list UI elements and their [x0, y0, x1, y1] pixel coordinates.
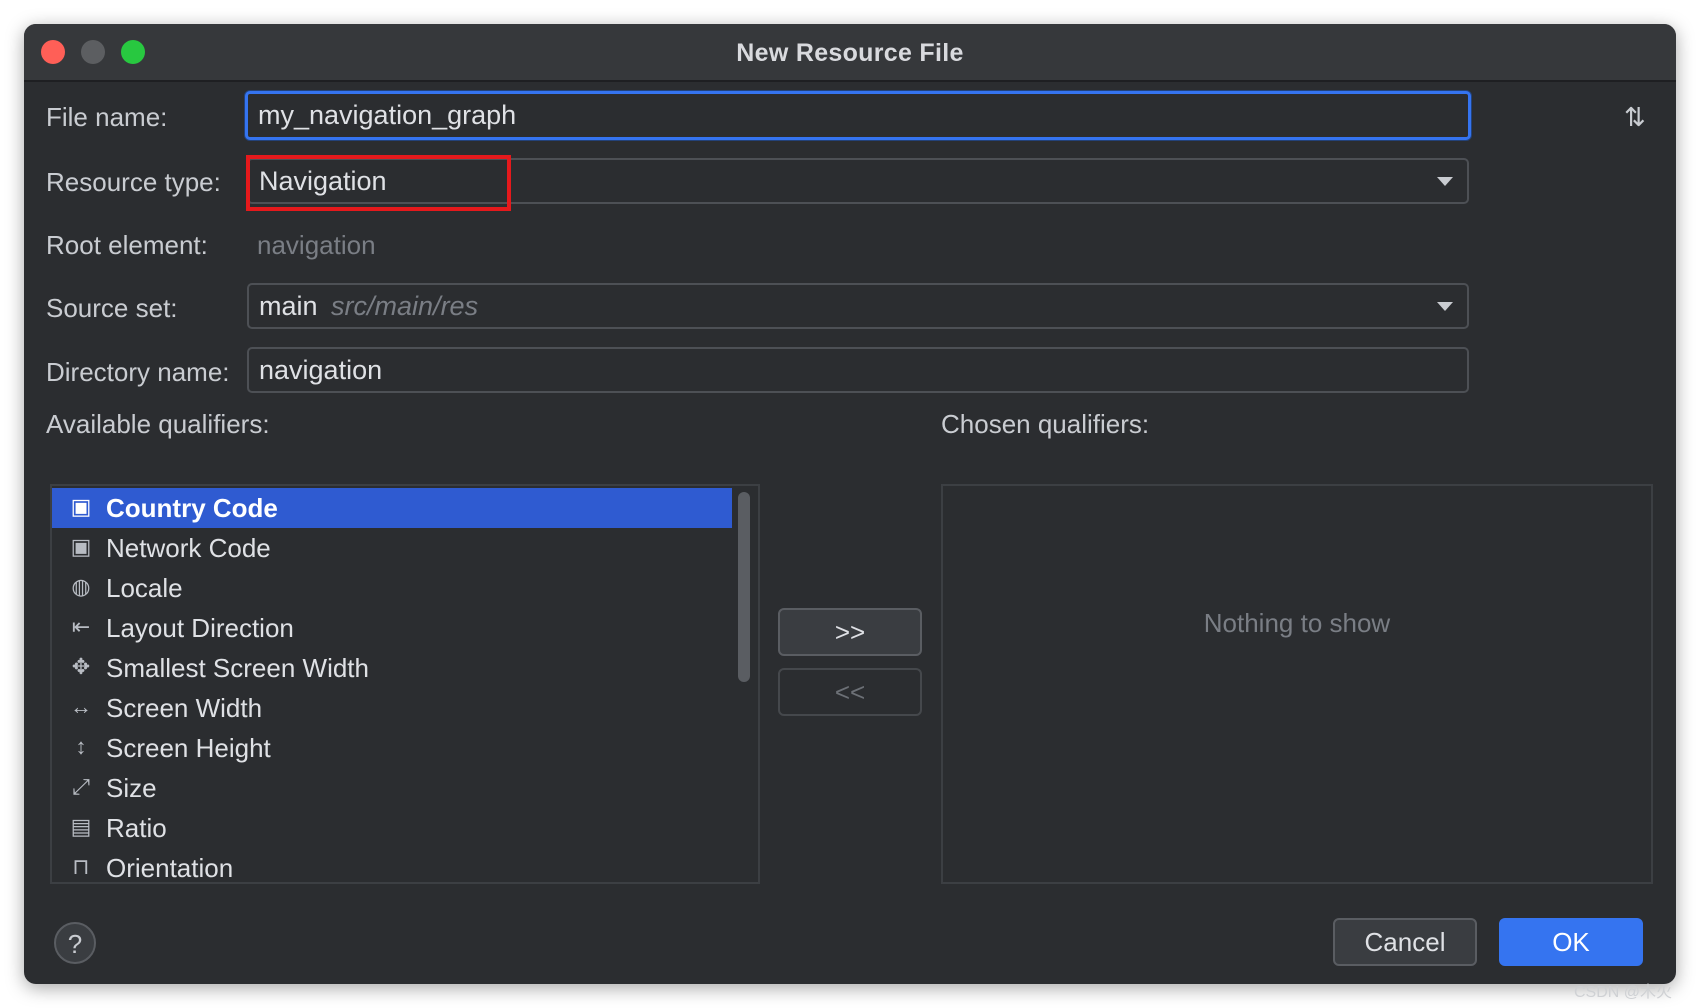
- source-set-dropdown[interactable]: main src/main/res: [247, 283, 1469, 329]
- chevron-down-icon: [1437, 302, 1453, 311]
- add-qualifier-button[interactable]: >>: [778, 608, 922, 656]
- chosen-qualifiers-label: Chosen qualifiers:: [941, 409, 1150, 439]
- list-item-country-code[interactable]: ▣ Country Code: [52, 488, 732, 528]
- directory-name-value: navigation: [259, 355, 383, 385]
- ok-button[interactable]: OK: [1499, 918, 1643, 966]
- smallest-screen-width-icon: ✥: [71, 654, 91, 679]
- title-bar: New Resource File: [24, 24, 1676, 82]
- list-item-label: Screen Height: [106, 733, 271, 763]
- list-item-label: Network Code: [106, 533, 271, 563]
- file-name-label: File name:: [46, 102, 168, 132]
- list-item-size[interactable]: ⤢ Size: [52, 768, 732, 808]
- root-element-label: Root element:: [46, 230, 208, 260]
- resource-type-label: Resource type:: [46, 167, 221, 197]
- orientation-icon: ⊓: [72, 854, 90, 879]
- list-item-network-code[interactable]: ▣ Network Code: [52, 528, 732, 568]
- screen-height-icon: ↕: [75, 734, 87, 759]
- directory-name-label: Directory name:: [46, 357, 230, 387]
- size-icon: ⤢: [72, 774, 90, 799]
- watermark: CSDN @木火: [1573, 984, 1672, 1001]
- list-item-screen-width[interactable]: ↔ Screen Width: [52, 688, 732, 728]
- source-set-value: main: [259, 291, 318, 321]
- globe-icon: ◍: [71, 574, 91, 599]
- directory-name-input[interactable]: navigation: [247, 347, 1469, 393]
- dialog-title: New Resource File: [736, 39, 964, 67]
- list-scrollbar[interactable]: [738, 492, 750, 682]
- file-name-value: my_navigation_graph: [258, 100, 517, 130]
- chevron-down-icon: [1437, 177, 1453, 186]
- layout-direction-icon: ⇤: [71, 614, 91, 639]
- cancel-button[interactable]: Cancel: [1333, 918, 1477, 966]
- list-item-label: Country Code: [106, 493, 278, 523]
- available-qualifiers-label: Available qualifiers:: [46, 409, 270, 439]
- list-item-label: Smallest Screen Width: [106, 653, 369, 683]
- list-item-label: Locale: [106, 573, 183, 603]
- list-item-ratio[interactable]: ▤ Ratio: [52, 808, 732, 848]
- list-item-label: Layout Direction: [106, 613, 294, 643]
- list-item-layout-direction[interactable]: ⇤ Layout Direction: [52, 608, 732, 648]
- root-element-value: navigation: [257, 230, 376, 260]
- network-code-icon: ▣: [70, 534, 92, 559]
- list-item-label: Orientation: [106, 853, 234, 883]
- screen-width-icon: ↔: [70, 694, 92, 719]
- list-item-locale[interactable]: ◍ Locale: [52, 568, 732, 608]
- source-set-label: Source set:: [46, 293, 178, 323]
- available-qualifiers-list[interactable]: ▣ Country Code ▣ Network Code ◍ Locale ⇤…: [50, 484, 760, 884]
- source-set-path: src/main/res: [331, 291, 479, 321]
- list-item-orientation[interactable]: ⊓ Orientation: [52, 848, 732, 883]
- ratio-icon: ▤: [70, 814, 92, 839]
- chosen-qualifiers-list[interactable]: Nothing to show: [941, 484, 1653, 884]
- highlight-annotation: [246, 155, 511, 211]
- list-item-label: Ratio: [106, 813, 167, 843]
- list-item-label: Screen Width: [106, 693, 263, 723]
- list-item-screen-height[interactable]: ↕ Screen Height: [52, 728, 732, 768]
- help-button[interactable]: ?: [54, 922, 96, 964]
- sort-icon[interactable]: ⇅: [1624, 102, 1646, 133]
- country-code-icon: ▣: [70, 494, 92, 519]
- list-item-smallest-screen-width[interactable]: ✥ Smallest Screen Width: [52, 648, 732, 688]
- new-resource-file-dialog: New Resource File File name: my_navigati…: [24, 24, 1676, 984]
- empty-state-text: Nothing to show: [1203, 608, 1391, 638]
- list-item-label: Size: [106, 773, 157, 803]
- file-name-input[interactable]: my_navigation_graph: [245, 91, 1471, 140]
- remove-qualifier-button[interactable]: <<: [778, 668, 922, 716]
